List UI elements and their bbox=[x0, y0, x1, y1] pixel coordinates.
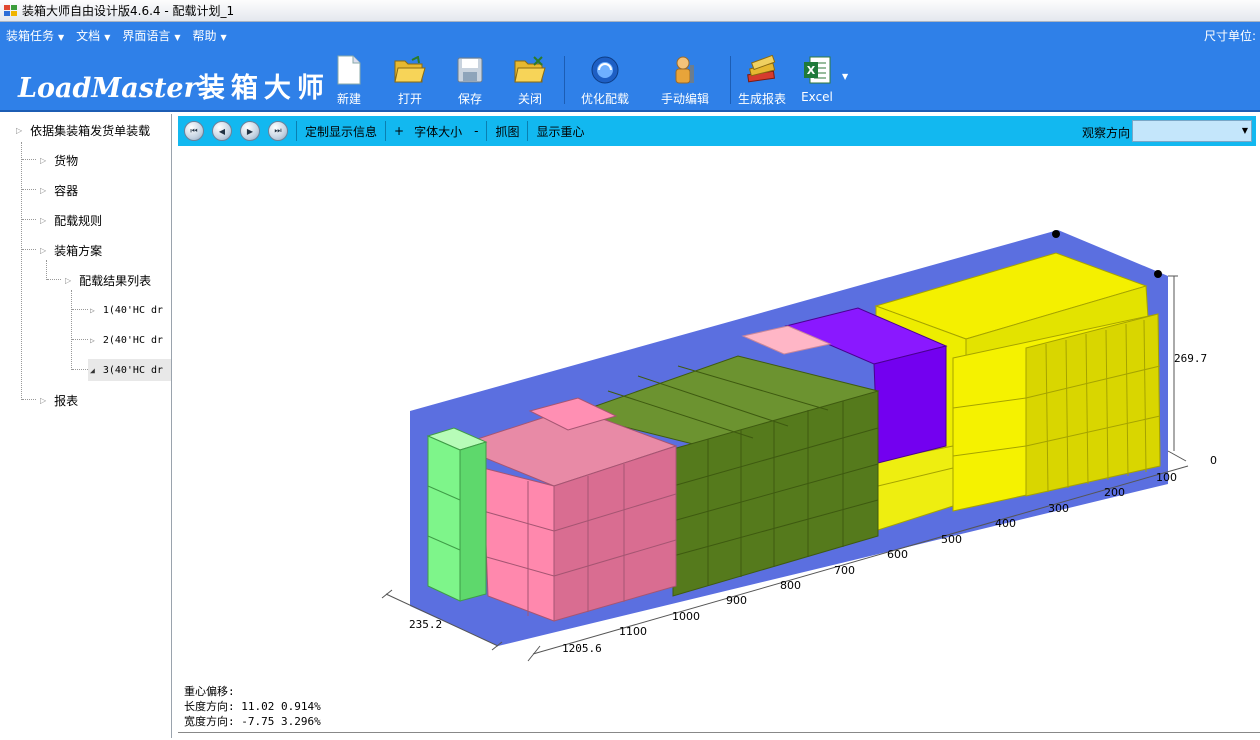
tree-item-loading-rules[interactable]: ▷ 配载规则 bbox=[40, 209, 102, 231]
3d-view-panel: ⏮ ◀ ▶ ⏭ 定制显示信息 + 字体大小 - 抓图 显示重心 观察方向 ▼ 1… bbox=[178, 114, 1260, 740]
tree-item-result-1[interactable]: ▷ 1(40'HC dr bbox=[90, 299, 163, 321]
size-unit-label[interactable]: 尺寸单位: bbox=[1204, 27, 1256, 44]
capture-button[interactable]: 抓图 bbox=[493, 123, 521, 140]
expand-arrow-icon[interactable]: ▷ bbox=[40, 186, 46, 195]
view-direction-label: 观察方向 bbox=[1081, 126, 1130, 140]
menu-packing-task[interactable]: 装箱任务 ▼ bbox=[0, 27, 70, 44]
length-tick: 900 bbox=[726, 594, 747, 607]
tree-item-packing-plan[interactable]: ▷ 装箱方案 bbox=[40, 239, 102, 261]
tree-item-result-2[interactable]: ▷ 2(40'HC dr bbox=[90, 329, 163, 351]
tree-item-cargo[interactable]: ▷ 货物 bbox=[40, 149, 78, 171]
window-title: 装箱大师自由设计版4.6.4 - 配载计划_1 bbox=[22, 4, 235, 18]
close-button[interactable]: 关闭 bbox=[514, 54, 546, 108]
close-folder-icon bbox=[514, 54, 546, 86]
open-button[interactable]: 打开 bbox=[394, 54, 426, 108]
new-document-icon bbox=[333, 54, 365, 86]
expand-arrow-icon[interactable]: ▷ bbox=[40, 396, 46, 405]
menu-document[interactable]: 文档 ▼ bbox=[70, 27, 116, 44]
generate-report-button[interactable]: 生成报表 bbox=[736, 54, 788, 108]
menu-bar: 装箱任务 ▼ 文档 ▼ 界面语言 ▼ 帮助 ▼ 尺寸单位: bbox=[0, 22, 1260, 48]
font-increase-button[interactable]: + bbox=[392, 124, 406, 138]
open-folder-icon bbox=[394, 54, 426, 86]
length-tick: 800 bbox=[780, 579, 801, 592]
font-decrease-button[interactable]: - bbox=[472, 124, 480, 138]
container-corner-marker bbox=[1154, 270, 1162, 278]
toolbar-separator bbox=[730, 56, 731, 104]
optimize-button[interactable]: 优化配载 bbox=[580, 54, 630, 108]
new-button[interactable]: 新建 bbox=[333, 54, 365, 108]
svg-text:X: X bbox=[807, 64, 816, 77]
excel-button[interactable]: X Excel bbox=[800, 54, 834, 108]
tree-item-reports[interactable]: ▷ 报表 bbox=[40, 389, 78, 411]
expanded-arrow-icon[interactable]: ◢ bbox=[90, 366, 95, 375]
length-tick: 1100 bbox=[619, 625, 647, 638]
app-logo: LoadMaster装箱大师 bbox=[18, 73, 330, 104]
menu-language[interactable]: 界面语言 ▼ bbox=[116, 27, 186, 44]
navigation-tree: ▷ 依据集装箱发货单装载 ▷ 货物 ▷ 容器 ▷ 配载规则 ▷ 装箱方案 ▷ 配载结果列表 … bbox=[0, 114, 172, 738]
last-icon[interactable]: ⏭ bbox=[268, 121, 288, 141]
expand-arrow-icon[interactable]: ▷ bbox=[65, 276, 71, 285]
length-tick: 500 bbox=[941, 533, 962, 546]
save-disk-icon bbox=[454, 54, 486, 86]
tree-root[interactable]: ▷ 依据集装箱发货单装载 bbox=[16, 119, 150, 141]
tree-item-result-3[interactable]: ◢ 3(40'HC dr bbox=[88, 359, 171, 381]
menu-help[interactable]: 帮助 ▼ bbox=[187, 27, 233, 44]
width-dimension-label: 235.2 bbox=[409, 618, 442, 631]
tree-item-container[interactable]: ▷ 容器 bbox=[40, 179, 78, 201]
excel-dropdown-icon[interactable]: ▼ bbox=[842, 72, 848, 81]
view-direction-select[interactable]: ▼ bbox=[1132, 120, 1252, 142]
cog-length: 长度方向: 11.02 0.914% bbox=[184, 700, 321, 713]
main-toolbar: LoadMaster装箱大师 新建 打开 保存 关闭 优化配载 手动编辑 生成报… bbox=[0, 48, 1260, 112]
app-icon bbox=[4, 4, 18, 17]
results-table-header bbox=[178, 732, 1260, 740]
chevron-down-icon[interactable]: ▼ bbox=[1242, 126, 1248, 135]
custom-display-info-button[interactable]: 定制显示信息 bbox=[303, 123, 379, 140]
expand-arrow-icon[interactable]: ▷ bbox=[40, 216, 46, 225]
container-corner-marker bbox=[1052, 230, 1060, 238]
first-icon[interactable]: ⏮ bbox=[184, 121, 204, 141]
container-3d-scene[interactable]: 100 200 300 400 500 600 700 800 900 1000… bbox=[178, 146, 1256, 682]
expand-arrow-icon[interactable]: ▷ bbox=[90, 336, 95, 345]
expand-arrow-icon[interactable]: ▷ bbox=[40, 246, 46, 255]
length-dimension-label: 1205.6 bbox=[562, 642, 602, 655]
tree-item-result-list[interactable]: ▷ 配载结果列表 bbox=[65, 269, 151, 291]
next-icon[interactable]: ▶ bbox=[240, 121, 260, 141]
length-tick: 600 bbox=[887, 548, 908, 561]
show-cog-button[interactable]: 显示重心 bbox=[534, 123, 586, 140]
manual-edit-icon bbox=[669, 54, 701, 86]
height-zero-label: 0 bbox=[1210, 454, 1217, 467]
optimize-icon bbox=[589, 54, 621, 86]
font-size-label: 字体大小 bbox=[414, 124, 463, 139]
expand-arrow-icon[interactable]: ▷ bbox=[16, 126, 22, 135]
manual-edit-button[interactable]: 手动编辑 bbox=[660, 54, 710, 108]
toolbar-separator bbox=[564, 56, 565, 104]
cargo-group-green bbox=[426, 427, 488, 602]
length-tick: 300 bbox=[1048, 502, 1069, 515]
view-toolbar: ⏮ ◀ ▶ ⏭ 定制显示信息 + 字体大小 - 抓图 显示重心 观察方向 ▼ bbox=[178, 116, 1256, 146]
expand-arrow-icon[interactable]: ▷ bbox=[90, 306, 95, 315]
window-titlebar: 装箱大师自由设计版4.6.4 - 配载计划_1 bbox=[0, 0, 1260, 22]
previous-icon[interactable]: ◀ bbox=[212, 121, 232, 141]
length-tick: 100 bbox=[1156, 471, 1177, 484]
save-button[interactable]: 保存 bbox=[454, 54, 486, 108]
length-tick: 700 bbox=[834, 564, 855, 577]
center-of-gravity-info: 重心偏移: 长度方向: 11.02 0.914% 宽度方向: -7.75 3.2… bbox=[184, 684, 321, 729]
excel-icon: X bbox=[801, 54, 833, 86]
cog-title: 重心偏移: bbox=[184, 685, 235, 698]
height-dimension-label: 269.7 bbox=[1174, 352, 1207, 365]
expand-arrow-icon[interactable]: ▷ bbox=[40, 156, 46, 165]
length-tick: 400 bbox=[995, 517, 1016, 530]
length-tick: 200 bbox=[1104, 486, 1125, 499]
report-books-icon bbox=[746, 54, 778, 86]
cog-width: 宽度方向: -7.75 3.296% bbox=[184, 715, 321, 728]
length-tick: 1000 bbox=[672, 610, 700, 623]
